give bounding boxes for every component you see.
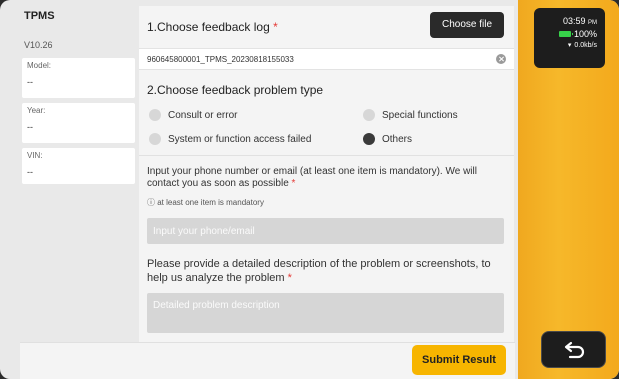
right-sidebar: 03:59 PM 100% ▾ 0.0kb/s (518, 0, 619, 379)
year-info-box: Year: -- (22, 103, 135, 143)
required-mark: * (273, 20, 278, 34)
battery-level: 100% (573, 29, 597, 39)
required-mark: * (287, 272, 292, 284)
model-info-box: Model: -- (22, 58, 135, 98)
battery-icon (558, 31, 573, 37)
description-prompt: Please provide a detailed description of… (147, 257, 507, 285)
vin-info-box: VIN: -- (22, 148, 135, 184)
contact-prompt-text: Input your phone number or email (at lea… (147, 166, 477, 189)
clock-time: 03:59 (562, 16, 586, 26)
option-label: Others (382, 133, 413, 145)
vin-value: -- (27, 167, 33, 177)
clear-circle-icon[interactable] (496, 54, 506, 64)
feedback-log-title-text: 1.Choose feedback log (147, 20, 270, 34)
model-label: Model: (27, 61, 52, 70)
radio-dot-icon (149, 109, 161, 121)
choose-file-button[interactable]: Choose file (430, 12, 504, 38)
phone-email-input[interactable] (147, 218, 504, 244)
option-label: System or function access failed (168, 133, 312, 145)
app-version: V10.26 (24, 40, 53, 50)
mandatory-hint: ⓘ at least one item is mandatory (147, 198, 264, 207)
network-status: ▾ 0.0kb/s (567, 41, 597, 50)
option-consult-or-error[interactable]: Consult or error (149, 109, 237, 121)
clock-suffix: PM (588, 20, 597, 26)
status-panel: 03:59 PM 100% ▾ 0.0kb/s (534, 8, 605, 68)
submit-result-button[interactable]: Submit Result (412, 345, 506, 375)
model-value: -- (27, 77, 33, 87)
contact-prompt: Input your phone number or email (at lea… (147, 166, 507, 190)
selected-file-row: 960645800001_TPMS_20230818155033 (139, 48, 514, 70)
app-name: TPMS (24, 10, 55, 22)
year-value: -- (27, 122, 33, 132)
wifi-icon: ▾ (567, 42, 572, 49)
back-button[interactable] (541, 331, 606, 368)
description-prompt-text: Please provide a detailed description of… (147, 258, 491, 284)
option-others[interactable]: Others (363, 133, 412, 145)
device-screen: TPMS V10.26 Model: -- Year: -- VIN: -- 1… (0, 0, 619, 379)
year-label: Year: (27, 106, 46, 115)
vehicle-info-column: TPMS V10.26 Model: -- Year: -- VIN: -- (20, 6, 138, 340)
problem-type-title: 2.Choose feedback problem type (147, 83, 324, 97)
feedback-log-title: 1.Choose feedback log * (147, 20, 278, 34)
feedback-form: 1.Choose feedback log * Choose file 9606… (139, 6, 514, 342)
radio-dot-icon (363, 109, 375, 121)
vin-label: VIN: (27, 151, 43, 160)
option-label: Special functions (382, 109, 458, 121)
back-arrow-icon (564, 341, 585, 359)
problem-description-input[interactable] (147, 293, 504, 333)
radio-dot-icon (149, 133, 161, 145)
clock: 03:59 PM (563, 16, 597, 26)
battery-status: 100% (558, 29, 597, 39)
radio-dot-selected-icon (363, 133, 375, 145)
required-mark: * (291, 178, 296, 189)
option-system-access-failed[interactable]: System or function access failed (149, 133, 311, 145)
option-special-functions[interactable]: Special functions (363, 109, 458, 121)
network-speed: 0.0kb/s (574, 41, 597, 49)
divider (139, 155, 514, 156)
selected-file-name: 960645800001_TPMS_20230818155033 (147, 55, 294, 64)
option-label: Consult or error (168, 109, 238, 121)
